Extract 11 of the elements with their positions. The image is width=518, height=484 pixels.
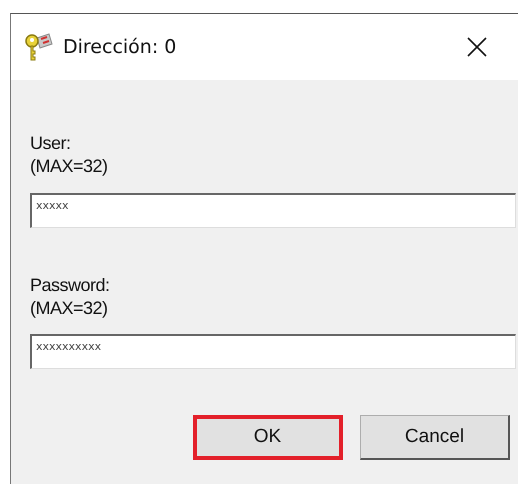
window-title: Dirección: 0 (63, 36, 178, 58)
input-field[interactable]: xxxxx (30, 193, 516, 228)
input-field[interactable]: xxxxxxxxxx (30, 334, 516, 369)
close-icon[interactable] (466, 36, 488, 58)
field-hint: (MAX=32) (30, 155, 109, 178)
key-icon (23, 32, 53, 62)
field-label: User: (30, 132, 72, 155)
field-label: Password: (30, 274, 111, 297)
dialog-button[interactable]: OK (193, 415, 343, 460)
dialog-button[interactable]: Cancel (360, 415, 510, 460)
field-hint: (MAX=32) (30, 297, 109, 320)
